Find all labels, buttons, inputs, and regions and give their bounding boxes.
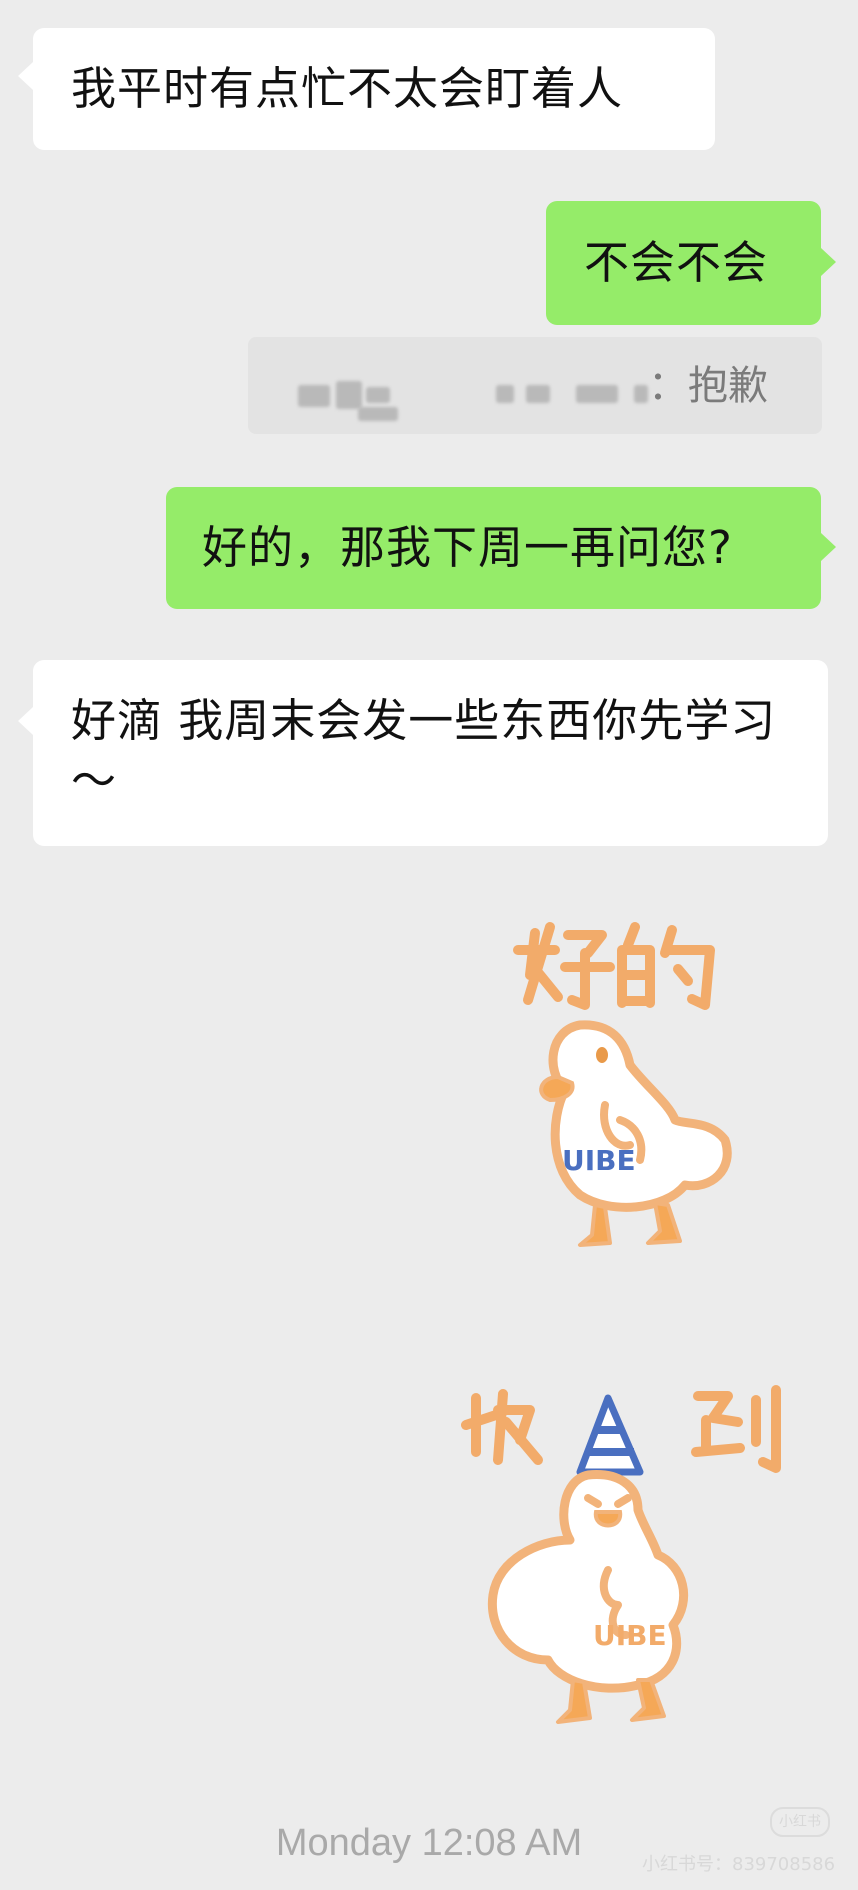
message-text: 我平时有点忙不太会盯着人 (71, 62, 624, 115)
duck-character: UIBE (539, 1020, 732, 1247)
duck-sticker-image: UIBE (513, 922, 732, 1247)
message-text: 好的，那我下周一再问您? (202, 521, 733, 574)
duck-character: UIBE (487, 1470, 689, 1724)
sticker-brand-text: UIBE (562, 1144, 636, 1177)
blurred-name (526, 385, 550, 403)
incoming-message-bubble[interactable]: 我平时有点忙不太会盯着人 (33, 28, 715, 150)
outgoing-message-bubble[interactable]: 不会不会 (546, 201, 821, 325)
blurred-name (336, 381, 362, 409)
sticker-received-duck[interactable]: UIBE (458, 1380, 798, 1735)
xiaohongshu-watermark-id: 小红书号：839708586 (642, 1854, 836, 1875)
outgoing-message-bubble[interactable]: 好的，那我下周一再问您? (166, 487, 821, 609)
sticker-ok-duck[interactable]: UIBE (510, 905, 750, 1290)
blurred-name (576, 385, 618, 403)
outgoing-bubble-tail (821, 248, 836, 276)
quoted-message[interactable]: ：抱歉 (248, 337, 822, 434)
blurred-name (634, 385, 648, 403)
message-text: 不会不会 (584, 236, 769, 289)
blurred-name (366, 387, 390, 403)
outgoing-bubble-tail (821, 533, 836, 561)
party-hat-icon (576, 1394, 644, 1476)
blurred-name (496, 385, 514, 403)
watermark-logo-text: 小红书 (779, 1814, 821, 1830)
blurred-name (298, 385, 330, 407)
incoming-bubble-tail (18, 707, 33, 735)
blurred-name (358, 407, 398, 421)
message-text: 好滴 我周末会发一些东西你先学习～ (71, 694, 777, 807)
sticker-brand-text: UIBE (593, 1619, 667, 1652)
incoming-bubble-tail (18, 62, 33, 90)
incoming-message-bubble[interactable]: 好滴 我周末会发一些东西你先学习～ (33, 660, 828, 846)
xiaohongshu-watermark-logo: 小红书 (770, 1807, 830, 1837)
quoted-message-text: ：抱歉 (648, 363, 768, 409)
duck-sticker-image: UIBE (461, 1385, 781, 1724)
sticker-caption-lettering (513, 922, 715, 1010)
